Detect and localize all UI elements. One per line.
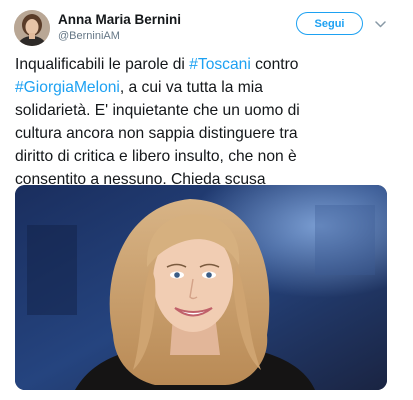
tweet-text-segment: cultura ancora non sappia distinguere tr… [15,125,298,142]
tweet-card: Anna Maria Bernini @BerniniAM Segui Inqu… [0,0,413,400]
chevron-down-icon[interactable] [373,17,387,31]
tweet-text: Inqualificabili le parole di #Toscani co… [15,53,401,191]
follow-button[interactable]: Segui [296,12,363,35]
tweet-text-line: #GiorgiaMeloni, a cui va tutta la mia [15,76,401,99]
hashtag-link[interactable]: #GiorgiaMeloni [15,79,120,96]
hashtag-link[interactable]: #Toscani [189,56,251,73]
author-handle[interactable]: @BerniniAM [58,30,120,42]
tweet-text-segment: contro [250,56,299,73]
tweet-text-line: diritto di critica e libero insulto, che… [15,145,401,168]
tweet-text-segment: solidarietà. E' inquietante che un uomo … [15,102,300,119]
author-display-name[interactable]: Anna Maria Bernini [58,12,181,27]
tweet-text-segment: Inqualificabili le parole di [15,56,190,73]
tweet-text-segment: , a cui va tutta la mia [119,79,263,96]
tweet-text-line: Inqualificabili le parole di #Toscani co… [15,53,401,76]
tweet-photo[interactable] [15,185,387,390]
author-avatar[interactable] [14,10,50,46]
tweet-text-line: cultura ancora non sappia distinguere tr… [15,122,401,145]
tweet-text-segment: diritto di critica e libero insulto, che… [15,148,297,165]
tweet-text-line: solidarietà. E' inquietante che un uomo … [15,99,401,122]
